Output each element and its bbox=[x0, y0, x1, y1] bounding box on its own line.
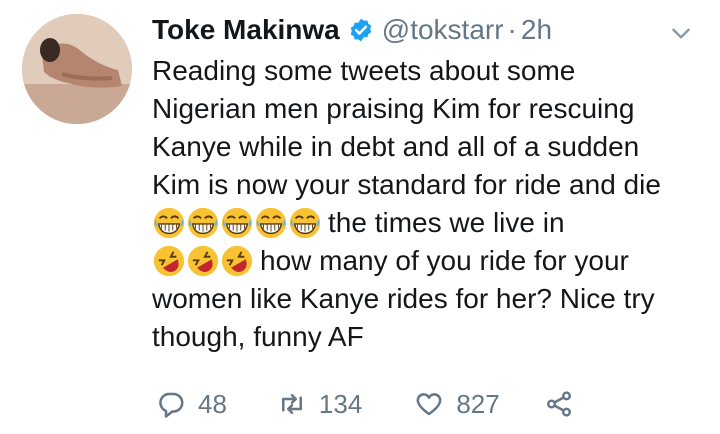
like-count: 827 bbox=[456, 388, 500, 419]
timestamp[interactable]: 2h bbox=[521, 14, 552, 46]
rofl-emoji-icon bbox=[153, 245, 185, 277]
tweet-line-text: Reading some tweets about some bbox=[152, 55, 576, 86]
tweet-line: Kim is now your standard for ride and di… bbox=[152, 166, 712, 204]
tweet-line-text: the times we live in bbox=[328, 207, 565, 238]
avatar[interactable] bbox=[22, 14, 132, 124]
reply-icon bbox=[159, 392, 184, 418]
tears-of-joy-emoji-icon bbox=[221, 207, 253, 239]
retweet-icon bbox=[281, 394, 302, 414]
avatar-photo bbox=[22, 14, 132, 124]
tweet-line-text: women like Kanye rides for her? Nice try bbox=[152, 283, 655, 314]
separator-dot: · bbox=[507, 14, 517, 45]
verified-badge-icon bbox=[348, 17, 374, 43]
reply-count: 48 bbox=[198, 388, 227, 419]
tears-of-joy-emoji-icon bbox=[187, 207, 219, 239]
tweet-text: Reading some tweets about some Nigerian … bbox=[152, 52, 712, 356]
tears-of-joy-emoji-icon bbox=[289, 207, 321, 239]
tweet-line-text: though, funny AF bbox=[152, 321, 364, 352]
retweet-button[interactable]: 134 bbox=[277, 389, 362, 420]
share-button[interactable] bbox=[544, 389, 574, 419]
tweet-line: how many of you ride for your bbox=[152, 242, 712, 280]
tweet-line: Nigerian men praising Kim for rescuing bbox=[152, 90, 712, 128]
tears-of-joy-emoji-icon bbox=[153, 207, 185, 239]
retweet-count: 134 bbox=[318, 388, 363, 419]
tweet-line: though, funny AF bbox=[152, 318, 712, 356]
tweet-line-text: Kanye while in debt and all of a sudden bbox=[152, 131, 640, 162]
heart-icon bbox=[416, 393, 442, 416]
tweet-line: the times we live in bbox=[152, 204, 712, 242]
reply-button[interactable]: 48 bbox=[156, 389, 227, 420]
tweet-actions: 48 134 827 bbox=[152, 384, 574, 424]
author-name[interactable]: Toke Makinwa bbox=[152, 14, 340, 46]
author-handle[interactable]: @tokstarr bbox=[382, 14, 504, 46]
tweet-header: Toke Makinwa @tokstarr · 2h bbox=[152, 10, 552, 50]
tweet-line-text: how many of you ride for your bbox=[260, 245, 629, 276]
like-button[interactable]: 827 bbox=[414, 388, 500, 420]
chevron-down-icon[interactable] bbox=[668, 20, 694, 46]
tweet-line: Reading some tweets about some bbox=[152, 52, 712, 90]
tweet-line: women like Kanye rides for her? Nice try bbox=[152, 280, 712, 318]
rofl-emoji-icon bbox=[187, 245, 219, 277]
tears-of-joy-emoji-icon bbox=[255, 207, 287, 239]
rofl-emoji-icon bbox=[221, 245, 253, 277]
tweet-line-text: Kim is now your standard for ride and di… bbox=[152, 169, 661, 200]
tweet-line: Kanye while in debt and all of a sudden bbox=[152, 128, 712, 166]
share-icon bbox=[546, 391, 571, 417]
tweet-line-text: Nigerian men praising Kim for rescuing bbox=[152, 93, 635, 124]
